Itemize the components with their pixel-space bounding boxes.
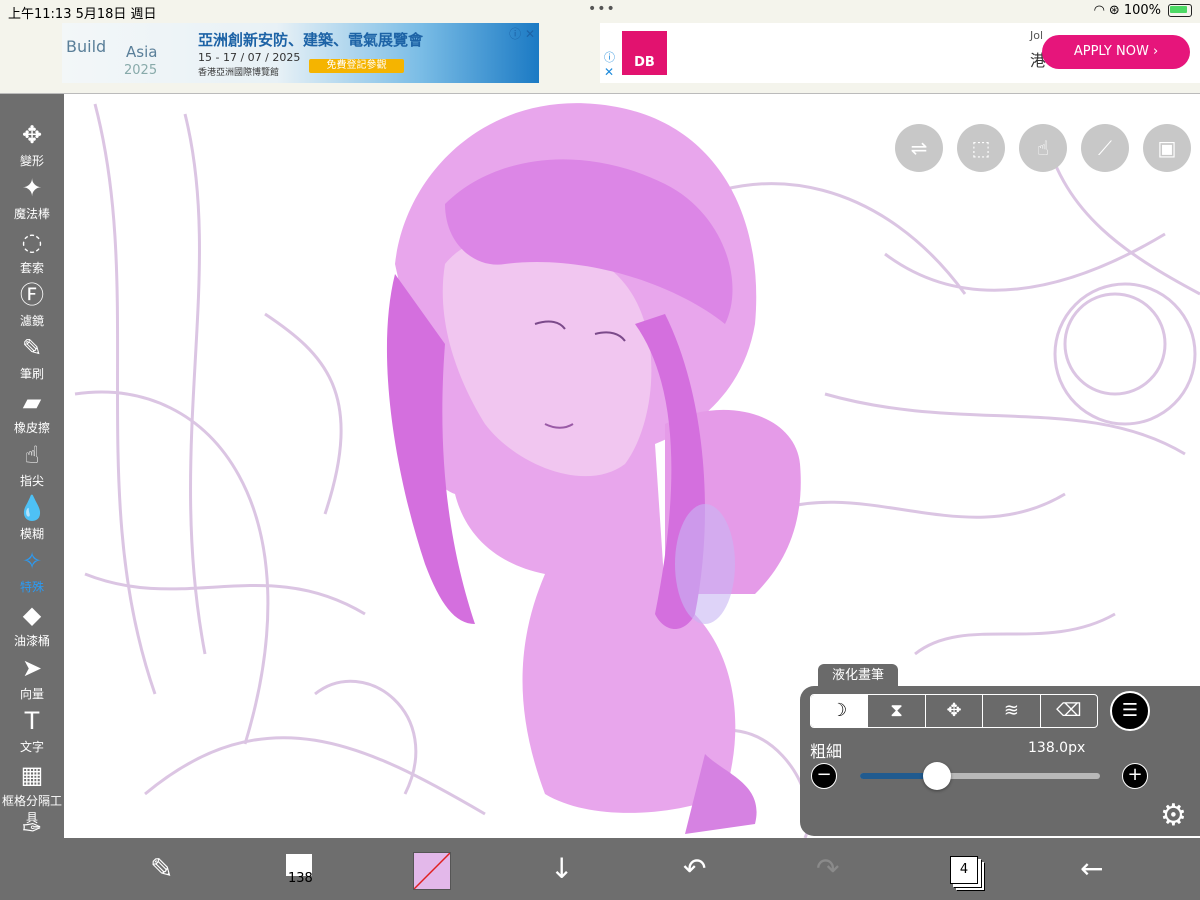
liquify-brush-tab[interactable]: 液化畫筆: [818, 664, 898, 688]
buildasia-ad[interactable]: Build Asia 2025 亞洲創新安防、建築、電氣展覽會 15 - 17 …: [62, 23, 539, 83]
fx-icon: Ⓕ: [20, 280, 44, 309]
tool-label: 魔法棒: [13, 207, 50, 222]
ad-logo-year: 2025: [124, 63, 158, 78]
rotation-lock-icon: ⊛: [1108, 3, 1120, 18]
special-brush-icon: ✧: [21, 547, 43, 576]
tool-label: 套索: [19, 260, 44, 275]
bucket-icon: ◆: [22, 600, 42, 629]
status-time-date: 上午11:13 5月18日 週日: [8, 7, 157, 22]
tool-label: 向量: [19, 687, 44, 701]
brush-eraser-swap-icon[interactable]: ✎: [150, 852, 173, 885]
status-indicators: ◠ ⊛ 100%: [1094, 3, 1192, 18]
brush-size-indicator[interactable]: 138: [282, 854, 313, 886]
push-mode-icon[interactable]: ☽: [811, 695, 868, 727]
toggle-icon[interactable]: ⇌: [895, 124, 943, 172]
lasso-icon: ◌: [21, 227, 43, 256]
tool-label: 文字: [19, 740, 44, 755]
redo-icon[interactable]: ↷: [816, 852, 839, 885]
ad-logo-build: Build: [66, 37, 107, 56]
tool-blur[interactable]: 💧 模糊: [0, 493, 64, 546]
drop-icon: 💧: [17, 494, 47, 523]
brush-icon: ✎: [21, 334, 43, 363]
tool-lasso[interactable]: ◌ 套索: [0, 227, 64, 280]
eraser-mode-icon[interactable]: ⌫: [1039, 695, 1097, 727]
size-slider-thumb[interactable]: [922, 762, 951, 790]
brush-size-number: 138: [288, 871, 313, 886]
cursor-icon: ➤: [21, 654, 43, 682]
ad-venue: 香港亞洲國際博覽館: [198, 68, 280, 78]
db-logo-text: DB: [634, 55, 655, 70]
size-label: 粗細: [810, 742, 843, 761]
tool-brush[interactable]: ✎ 筆刷: [0, 333, 64, 386]
magic-wand-icon: ✦: [21, 174, 43, 203]
tool-eraser[interactable]: ▰ 橡皮擦: [0, 387, 64, 440]
tool-label: 濾鏡: [19, 313, 44, 328]
multitasking-dots-icon[interactable]: •••: [588, 1, 616, 17]
tool-text[interactable]: T 文字: [0, 706, 64, 759]
tool-sidebar: ✥ 變形 ✦ 魔法棒 ◌ 套索 Ⓕ 濾鏡 ✎ 筆刷 ▰ 橡皮擦 ☝ 指尖 💧 模糊 ✧ 特殊 ◆ 油漆桶 ➤ 向量 T 文字 ▦…: [0, 94, 64, 900]
move-icon: ✥: [21, 121, 43, 149]
tool-label: 指尖: [19, 473, 44, 488]
tool-smudge[interactable]: ☝ 指尖: [0, 440, 64, 493]
battery-icon: [1168, 4, 1192, 17]
battery-percent: 100%: [1123, 3, 1161, 18]
ad-close-icon[interactable]: ✕: [604, 65, 614, 79]
status-bar: 上午11:13 5月18日 週日 ••• ◠ ⊛ 100%: [0, 0, 1200, 22]
liquify-mode-selector: ☽ ⧗ ✥ ≋ ⌫: [810, 694, 1098, 728]
tool-special[interactable]: ✧ 特殊: [0, 546, 64, 599]
tool-bucket[interactable]: ◆ 油漆桶: [0, 600, 64, 653]
expand-mode-icon[interactable]: ✥: [924, 695, 982, 727]
size-value: 138.0px: [1028, 740, 1086, 756]
apply-now-button[interactable]: APPLY NOW ›: [1042, 35, 1190, 69]
brush-settings-button[interactable]: ☰: [1110, 691, 1150, 731]
tool-filter[interactable]: Ⓕ 濾鏡: [0, 280, 64, 333]
twirl-mode-icon[interactable]: ≋: [982, 695, 1039, 727]
tool-label: 變形: [19, 154, 44, 168]
text-icon: T: [24, 707, 40, 736]
ad-title: 亞洲創新安防、建築、電氣展覽會: [198, 31, 424, 49]
ad-dates: 15 - 17 / 07 / 2025: [198, 51, 301, 64]
tool-label: 模糊: [19, 527, 44, 542]
layers-button[interactable]: 4: [950, 856, 978, 884]
wifi-icon: ◠: [1093, 3, 1105, 18]
pinch-mode-icon[interactable]: ⧗: [867, 695, 924, 727]
tool-label: 橡皮擦: [13, 420, 50, 435]
size-increase-button[interactable]: +: [1122, 763, 1148, 789]
canvas-quick-actions: ⇌ ⬚ ☝ ⟋ ▣: [895, 124, 1191, 172]
tool-vector[interactable]: ➤ 向量: [0, 653, 64, 706]
ad-partial-text: Jol: [1030, 29, 1044, 42]
color-swatch-slash: [414, 853, 450, 889]
tool-label: 筆刷: [19, 367, 44, 382]
ruler-icon[interactable]: ⟋: [1081, 124, 1129, 172]
ad-info-icon[interactable]: ⓘ: [604, 49, 615, 65]
eraser-icon: ▰: [22, 387, 42, 416]
tool-magic-wand[interactable]: ✦ 魔法棒: [0, 173, 64, 226]
ad-close-icon[interactable]: ⓘ ✕: [509, 25, 535, 42]
download-arrow-icon[interactable]: ↓: [550, 852, 573, 885]
tool-frame[interactable]: ▦ 框格分隔工具: [0, 760, 64, 825]
bottom-toolbar: ✎ ↓ ↶ ↷ ←: [0, 838, 1200, 900]
selection-icon[interactable]: ⬚: [957, 124, 1005, 172]
tool-transform[interactable]: ✥ 變形: [0, 120, 64, 173]
gear-icon[interactable]: ⚙: [1160, 798, 1187, 833]
finger-icon: ☝: [24, 440, 40, 469]
frame-divider-icon: ▦: [20, 760, 44, 789]
size-slider[interactable]: [860, 762, 1100, 790]
tool-label: 特殊: [19, 580, 44, 595]
db-ad[interactable]: ⓘ ✕ DB Jol 港 APPLY NOW ›: [600, 23, 1200, 83]
db-logo: DB: [622, 31, 667, 75]
ad-logo-asia: Asia: [126, 43, 158, 61]
image-icon[interactable]: ▣: [1143, 124, 1191, 172]
ad-register-button[interactable]: 免費登記參觀: [309, 59, 404, 73]
undo-icon[interactable]: ↶: [683, 852, 706, 885]
size-decrease-button[interactable]: −: [811, 763, 837, 789]
tool-label: 油漆桶: [13, 633, 50, 648]
ad-banner-bar: Build Asia 2025 亞洲創新安防、建築、電氣展覽會 15 - 17 …: [0, 22, 1200, 94]
back-arrow-icon[interactable]: ←: [1080, 852, 1103, 885]
touch-icon[interactable]: ☝: [1019, 124, 1067, 172]
color-swatch[interactable]: [413, 852, 451, 890]
